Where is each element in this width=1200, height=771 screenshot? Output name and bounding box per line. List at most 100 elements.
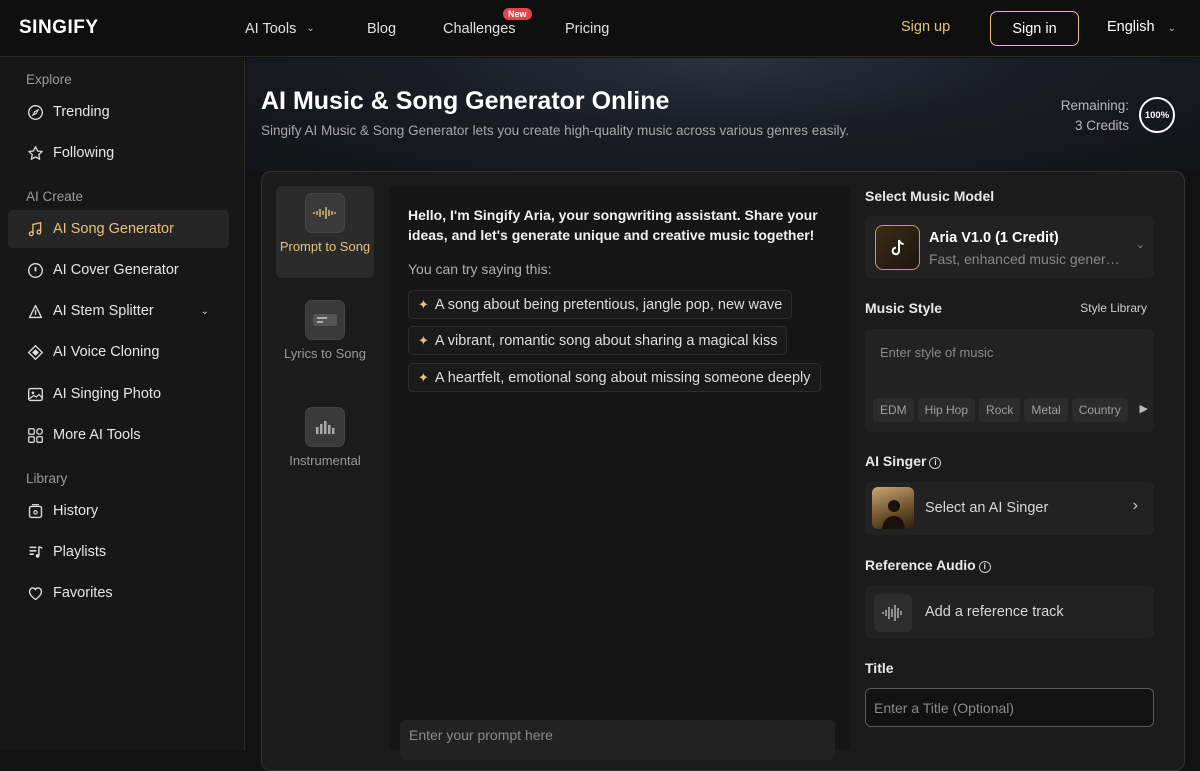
singify-logo[interactable]: SINGIFY: [19, 17, 99, 39]
sidebar-item-label: AI Song Generator: [53, 221, 174, 237]
sidebar-item-favorites[interactable]: Favorites: [8, 574, 229, 612]
sidebar-item-following[interactable]: Following: [8, 134, 229, 172]
style-tag[interactable]: Hip Hop: [917, 398, 976, 422]
top-navigation-bar: SINGIFY AI Tools ⌄ Blog Challenges New P…: [0, 0, 1200, 57]
chevron-right-icon[interactable]: ▶: [1140, 402, 1148, 415]
ai-singer-label-text: AI Singer: [865, 453, 927, 469]
model-description: Fast, enhanced music generation: [929, 251, 1124, 267]
diamond-icon: [26, 343, 44, 361]
chevron-down-icon: ⌄: [306, 23, 315, 34]
model-label: Select Music Model: [865, 188, 995, 204]
language-selector[interactable]: English ⌄: [1107, 19, 1176, 35]
info-icon[interactable]: i: [929, 457, 942, 469]
chevron-down-icon: ⌄: [200, 305, 209, 317]
mode-label: Prompt to Song: [279, 239, 371, 254]
sidebar: Explore Trending Following AI Create AI …: [0, 58, 245, 750]
sidebar-section-library: Library: [26, 471, 68, 486]
sparkle-icon: ✦: [418, 332, 429, 348]
credits-progress-ring: 100%: [1139, 97, 1175, 133]
sidebar-item-trending[interactable]: Trending: [8, 93, 229, 131]
sidebar-item-label: Playlists: [53, 544, 107, 560]
sidebar-section-explore: Explore: [26, 72, 72, 87]
disc-icon: [26, 261, 44, 279]
style-tag[interactable]: Metal: [1024, 398, 1068, 422]
music-style-input[interactable]: [871, 337, 1141, 367]
equalizer-icon: [305, 407, 345, 447]
style-library-link[interactable]: Style Library: [1080, 301, 1147, 315]
title-label: Title: [865, 660, 894, 676]
sidebar-item-ai-singing-photo[interactable]: AI Singing Photo: [8, 375, 229, 413]
sidebar-item-playlists[interactable]: Playlists: [8, 533, 229, 571]
ai-singer-label: AI Singer i: [865, 453, 942, 469]
sidebar-item-ai-song-generator[interactable]: AI Song Generator: [8, 210, 229, 248]
music-style-box: EDMHip HopRockMetalCountry ▶: [865, 329, 1154, 432]
singer-avatar: [872, 487, 914, 529]
mode-prompt-to-song[interactable]: Prompt to Song: [276, 186, 374, 278]
try-saying-label: You can try saying this:: [408, 261, 552, 277]
sidebar-item-ai-voice-cloning[interactable]: AI Voice Cloning: [8, 333, 229, 371]
music-note-icon: [26, 220, 44, 238]
sign-up-link[interactable]: Sign up: [901, 19, 950, 35]
chat-area: Hello, I'm Singify Aria, your songwritin…: [389, 186, 850, 760]
reference-audio-selector[interactable]: Add a reference track: [865, 586, 1154, 638]
chevron-down-icon: ⌄: [1135, 239, 1145, 251]
mode-lyrics-to-song[interactable]: Lyrics to Song: [276, 293, 374, 385]
suggestion-chip[interactable]: ✦ A vibrant, romantic song about sharing…: [408, 326, 788, 355]
prompt-input[interactable]: [400, 720, 835, 760]
assistant-greeting: Hello, I'm Singify Aria, your songwritin…: [408, 207, 818, 243]
nav-pricing[interactable]: Pricing: [565, 0, 609, 57]
sidebar-item-label: Trending: [53, 104, 110, 120]
model-name: Aria V1.0 (1 Credit): [929, 230, 1059, 246]
sidebar-item-label: Favorites: [53, 585, 113, 601]
lyrics-icon: [305, 300, 345, 340]
nav-ai-tools[interactable]: AI Tools ⌄: [245, 0, 315, 57]
info-icon[interactable]: i: [978, 561, 991, 573]
sidebar-item-label: Following: [53, 145, 115, 161]
sidebar-item-label: AI Cover Generator: [53, 262, 179, 278]
history-icon: [26, 502, 44, 520]
playlist-icon: [26, 543, 44, 561]
page-subtitle: Singify AI Music & Song Generator lets y…: [261, 123, 850, 138]
new-badge: New: [503, 8, 532, 20]
page-header: AI Music & Song Generator Online Singify…: [246, 58, 1200, 173]
title-input[interactable]: [865, 688, 1154, 727]
music-style-label: Music Style: [865, 300, 943, 316]
suggestion-chip[interactable]: ✦ A song about being pretentious, jangle…: [408, 290, 793, 319]
sidebar-item-ai-cover-generator[interactable]: AI Cover Generator: [8, 251, 229, 289]
suggestion-text: A song about being pretentious, jangle p…: [434, 296, 783, 313]
reference-audio-label: Reference Audio i: [865, 557, 991, 573]
sidebar-item-history[interactable]: History: [8, 492, 229, 530]
photo-icon: [26, 385, 44, 403]
star-icon: [26, 144, 44, 162]
music-model-selector[interactable]: Aria V1.0 (1 Credit) Fast, enhanced musi…: [865, 216, 1154, 278]
style-tags: EDM Hip Hop Rock Metal Country: [873, 398, 1145, 424]
nav-challenges[interactable]: Challenges New: [443, 0, 532, 57]
select-singer-text: Select an AI Singer: [925, 500, 1049, 516]
chevron-down-icon: ⌄: [1167, 23, 1176, 34]
style-tag[interactable]: Rock: [979, 398, 1021, 422]
grid-icon: [26, 426, 44, 444]
sidebar-item-label: AI Voice Cloning: [53, 344, 160, 360]
waveform-icon: [305, 193, 345, 233]
mode-instrumental[interactable]: Instrumental: [276, 400, 374, 492]
sidebar-item-label: History: [53, 503, 99, 519]
heart-icon: [26, 584, 44, 602]
sidebar-item-ai-stem-splitter[interactable]: AI Stem Splitter ⌄: [8, 292, 229, 330]
sparkle-icon: ✦: [418, 296, 429, 312]
sidebar-item-more-ai-tools[interactable]: More AI Tools: [8, 416, 229, 454]
tiktok-note-icon: [875, 225, 920, 270]
nav-challenges-label: Challenges: [443, 20, 516, 37]
sidebar-item-label: AI Stem Splitter: [53, 303, 154, 319]
remaining-value: 3 Credits: [1074, 118, 1129, 133]
mode-label: Lyrics to Song: [284, 346, 366, 361]
nav-blog[interactable]: Blog: [367, 0, 396, 57]
style-tag[interactable]: EDM: [873, 398, 914, 422]
compass-icon: [26, 103, 44, 121]
suggestion-chip[interactable]: ✦ A heartfelt, emotional song about miss…: [408, 363, 821, 392]
ai-singer-selector[interactable]: Select an AI Singer ›: [865, 482, 1154, 535]
style-tag[interactable]: Country: [1071, 398, 1128, 422]
remaining-label: Remaining:: [1060, 98, 1129, 113]
sign-in-button[interactable]: Sign in: [990, 11, 1079, 46]
stem-splitter-icon: [26, 302, 44, 320]
page-title: AI Music & Song Generator Online: [261, 87, 670, 115]
